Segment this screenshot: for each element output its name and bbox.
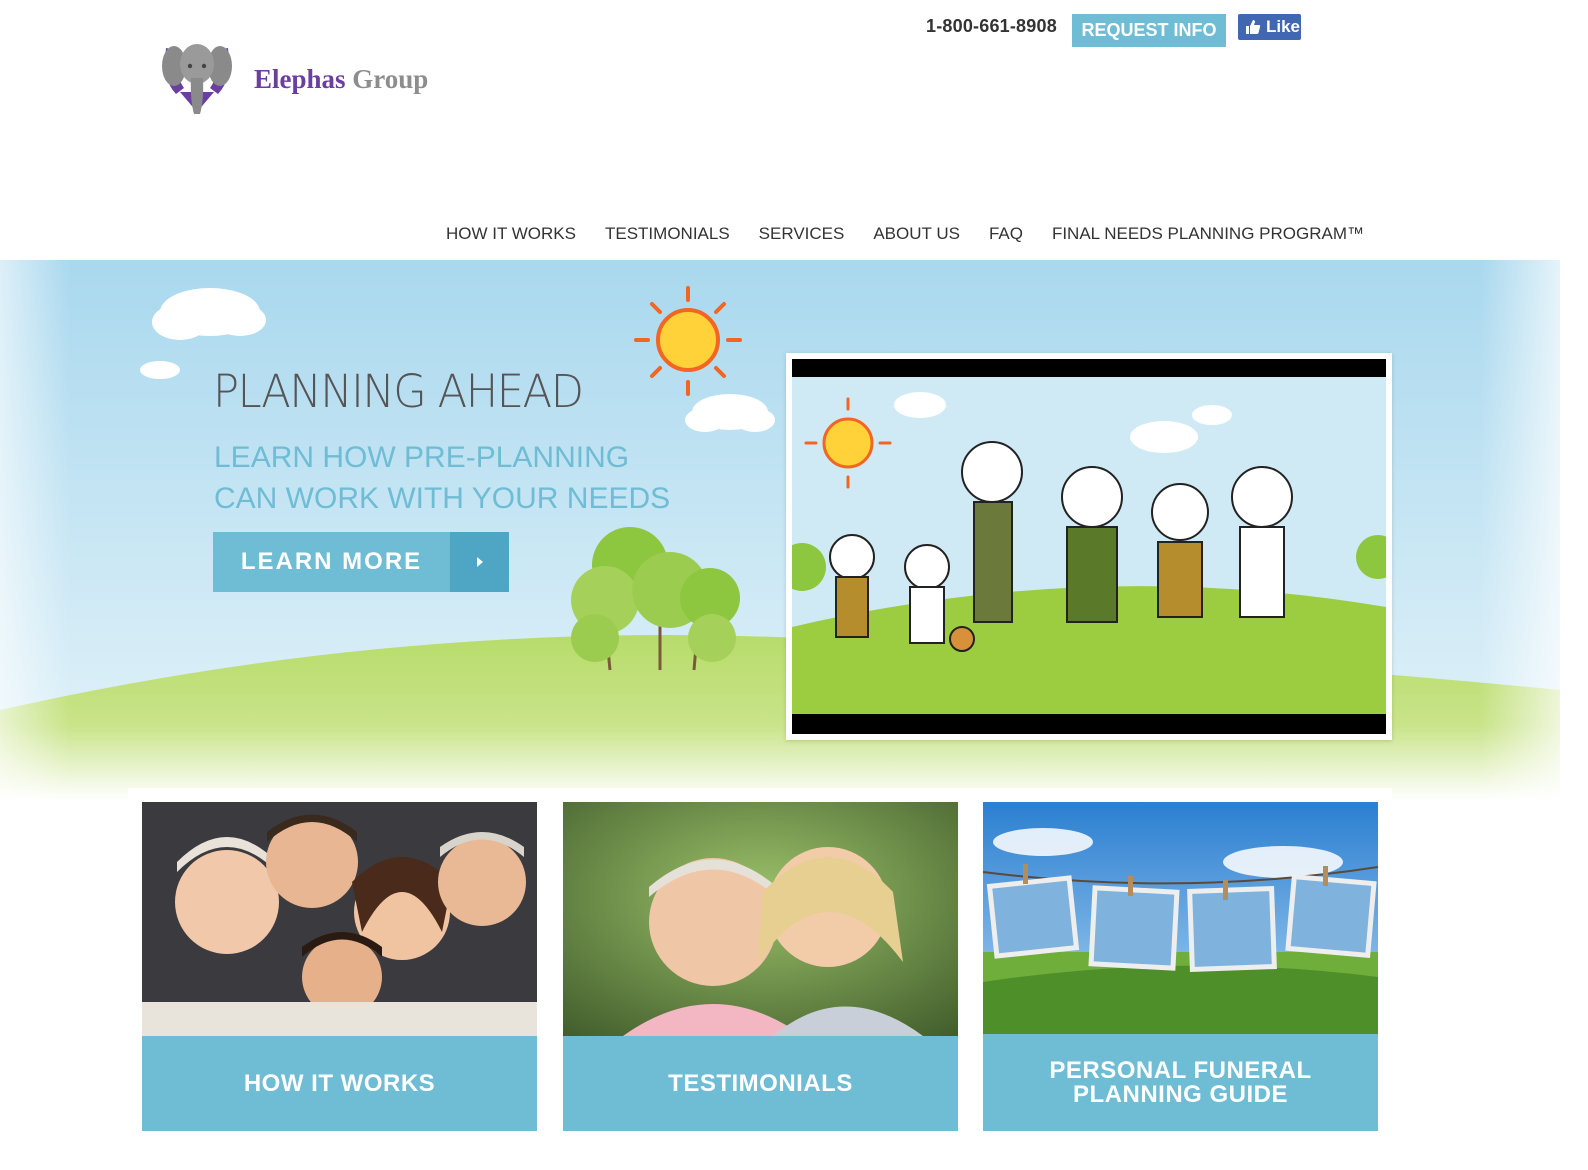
elephant-logo-icon bbox=[162, 44, 232, 114]
nav-item-testimonials[interactable]: TESTIMONIALS bbox=[605, 224, 730, 244]
cartoon-family-illustration bbox=[792, 377, 1386, 714]
chevron-right-icon bbox=[450, 532, 509, 592]
phone-number[interactable]: 1-800-661-8908 bbox=[926, 16, 1057, 37]
learn-more-button[interactable]: LEARN MORE bbox=[213, 532, 509, 592]
family-photo-image bbox=[142, 802, 537, 1036]
hero-title: PLANNING AHEAD bbox=[213, 365, 584, 418]
brand-name: Elephas Group bbox=[254, 64, 428, 95]
card-label: HOW IT WORKS bbox=[142, 1036, 537, 1131]
nav-item-services[interactable]: SERVICES bbox=[759, 224, 845, 244]
like-label: Like bbox=[1266, 17, 1301, 36]
nav-item-final-needs-planning-program[interactable]: FINAL NEEDS PLANNING PROGRAM™ bbox=[1052, 224, 1364, 244]
card-label-line-2: PLANNING GUIDE bbox=[1072, 1080, 1288, 1108]
clothesline-photos-image bbox=[983, 802, 1378, 1036]
learn-more-label: LEARN MORE bbox=[213, 532, 450, 592]
video-player[interactable] bbox=[786, 353, 1392, 740]
card-personal-funeral-planning-guide[interactable]: PERSONAL FUNERAL PLANNING GUIDE bbox=[983, 802, 1378, 1131]
request-info-button[interactable]: REQUEST INFO bbox=[1072, 14, 1226, 47]
main-nav: HOW IT WORKS TESTIMONIALS SERVICES ABOUT… bbox=[446, 224, 1364, 244]
hero-banner: PLANNING AHEAD LEARN HOW PRE-PLANNING CA… bbox=[0, 260, 1560, 800]
card-label-line-1: PERSONAL FUNERAL bbox=[1049, 1056, 1312, 1084]
card-how-it-works[interactable]: HOW IT WORKS bbox=[142, 802, 537, 1131]
card-label: TESTIMONIALS bbox=[563, 1036, 958, 1131]
hero-subtitle-line-2: CAN WORK WITH YOUR NEEDS bbox=[214, 482, 671, 515]
couple-photo-image bbox=[563, 802, 958, 1036]
video-thumbnail bbox=[792, 359, 1386, 734]
card-testimonials[interactable]: TESTIMONIALS bbox=[563, 802, 958, 1131]
card-label: PERSONAL FUNERAL PLANNING GUIDE bbox=[983, 1034, 1378, 1131]
brand-name-primary: Elephas bbox=[254, 63, 346, 94]
facebook-like-button[interactable]: Like bbox=[1238, 14, 1301, 40]
brand-name-secondary: Group bbox=[352, 63, 429, 94]
nav-item-how-it-works[interactable]: HOW IT WORKS bbox=[446, 224, 576, 244]
brand-logo[interactable]: Elephas Group bbox=[160, 40, 428, 118]
hero-subtitle-line-1: LEARN HOW PRE-PLANNING bbox=[214, 441, 630, 474]
nav-item-about-us[interactable]: ABOUT US bbox=[873, 224, 960, 244]
hero-subtitle: LEARN HOW PRE-PLANNING CAN WORK WITH YOU… bbox=[214, 437, 734, 519]
nav-item-faq[interactable]: FAQ bbox=[989, 224, 1023, 244]
thumbs-up-icon bbox=[1246, 20, 1261, 34]
